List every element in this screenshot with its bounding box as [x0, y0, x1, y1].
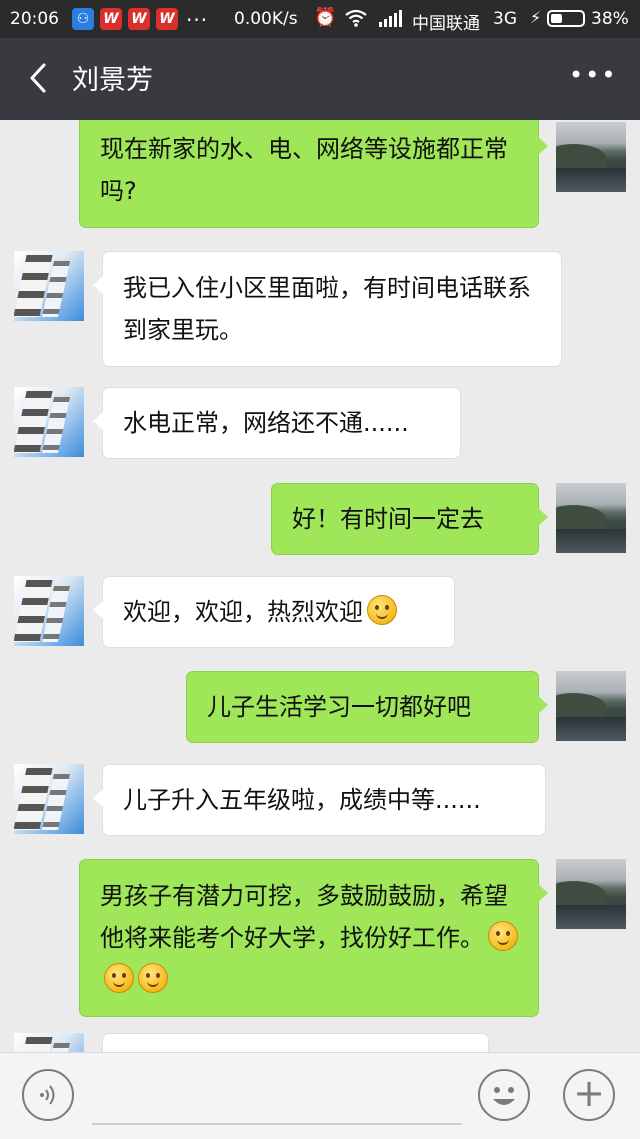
battery-percent: 38% — [591, 9, 629, 29]
more-options-icon[interactable]: ••• — [569, 63, 615, 94]
chat-input-bar: + — [0, 1052, 640, 1139]
more-notifications-icon: ... — [186, 2, 209, 26]
status-time: 20:06 — [10, 9, 59, 29]
smile-emoji-icon — [367, 595, 397, 625]
message-bubble-other[interactable] — [102, 1033, 489, 1052]
self-avatar[interactable] — [556, 671, 626, 741]
contact-avatar[interactable] — [14, 251, 84, 321]
wps-notification-icon: W — [128, 8, 150, 30]
notification-icons: ⚇ W W W — [72, 8, 178, 30]
contact-avatar[interactable] — [14, 387, 84, 457]
message-text-input[interactable] — [92, 1123, 462, 1125]
message-text: 好！有时间一定去 — [292, 505, 484, 533]
message-text: 儿子生活学习一切都好吧 — [207, 693, 471, 721]
wifi-icon — [345, 9, 367, 27]
contact-avatar[interactable] — [14, 764, 84, 834]
contact-avatar[interactable] — [14, 1033, 84, 1052]
message-text: 儿子升入五年级啦，成绩中等...... — [123, 786, 481, 814]
message-bubble-other[interactable]: 水电正常，网络还不通...... — [93, 387, 461, 459]
charging-icon: ⚡ — [530, 8, 542, 27]
self-avatar[interactable] — [556, 859, 626, 929]
smile-emoji-icon — [488, 921, 518, 951]
battery-level — [551, 14, 562, 23]
message-text: 现在新家的水、电、网络等设施都正常吗? — [100, 135, 508, 205]
message-bubble-other[interactable]: 我已入住小区里面啦，有时间电话联系到家里玩。 — [93, 251, 562, 367]
chat-header: 刘景芳 ••• — [0, 38, 640, 120]
chat-message-list[interactable]: 现在新家的水、电、网络等设施都正常吗? 我已入住小区里面啦，有时间电话联系到家里… — [0, 120, 640, 1052]
message-text: 水电正常，网络还不通...... — [123, 409, 409, 437]
self-avatar[interactable] — [556, 122, 626, 192]
app-notification-icon: ⚇ — [72, 8, 94, 30]
message-bubble-other[interactable]: 欢迎，欢迎，热烈欢迎 — [93, 576, 455, 648]
message-bubble-self[interactable]: 儿子生活学习一切都好吧 — [186, 671, 548, 743]
more-actions-plus-icon[interactable]: + — [563, 1069, 615, 1121]
signal-icon — [379, 10, 402, 27]
message-bubble-self[interactable]: 好！有时间一定去 — [271, 483, 548, 555]
back-arrow-icon[interactable] — [24, 62, 56, 94]
smile-emoji-icon — [138, 963, 168, 993]
message-text: 我已入住小区里面啦，有时间电话联系到家里玩。 — [123, 274, 531, 344]
message-bubble-self[interactable]: 男孩子有潜力可挖，多鼓励鼓励，希望他将来能考个好大学，找份好工作。 — [79, 859, 548, 1017]
self-avatar[interactable] — [556, 483, 626, 553]
alarm-icon: ⏰ — [314, 7, 337, 28]
voice-input-icon[interactable] — [22, 1069, 74, 1121]
status-bar: 20:06 ⚇ W W W ... 0.00K/s ⏰ 中国联通 3G ⚡ 38… — [0, 0, 640, 38]
network-type: 3G — [493, 9, 517, 29]
wps-notification-icon: W — [156, 8, 178, 30]
wps-notification-icon: W — [100, 8, 122, 30]
battery-icon — [547, 10, 585, 27]
message-bubble-other[interactable]: 儿子升入五年级啦，成绩中等...... — [93, 764, 546, 836]
contact-avatar[interactable] — [14, 576, 84, 646]
message-bubble-self[interactable]: 现在新家的水、电、网络等设施都正常吗? — [79, 120, 548, 228]
message-text: 男孩子有潜力可挖，多鼓励鼓励，希望他将来能考个好大学，找份好工作。 — [100, 882, 508, 952]
net-speed: 0.00K/s — [234, 9, 298, 29]
message-text: 欢迎，欢迎，热烈欢迎 — [123, 598, 363, 626]
smile-emoji-icon — [104, 963, 134, 993]
carrier-name: 中国联通 — [412, 14, 480, 34]
contact-name-title: 刘景芳 — [72, 65, 153, 96]
emoji-picker-icon[interactable] — [478, 1069, 530, 1121]
